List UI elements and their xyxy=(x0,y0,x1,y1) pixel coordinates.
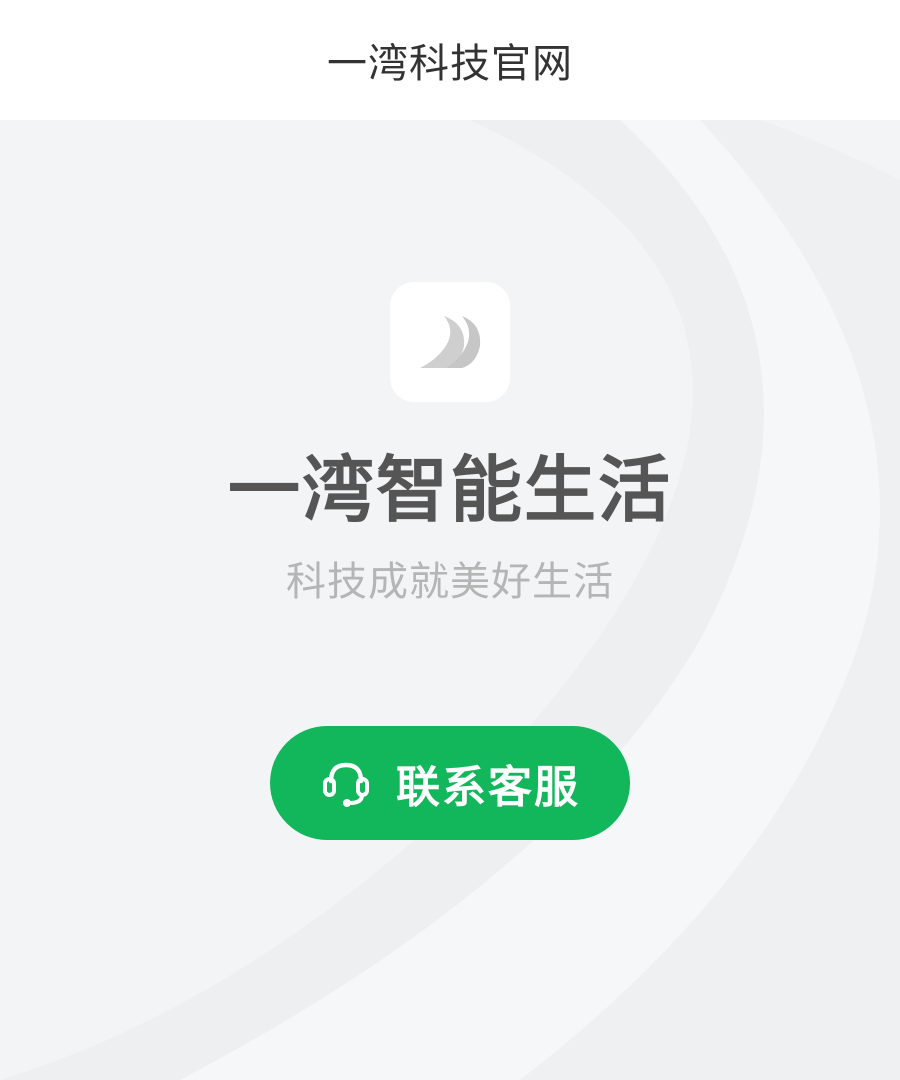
top-header: 一湾科技官网 xyxy=(0,0,900,120)
brand-logo-icon xyxy=(420,316,481,368)
headset-icon xyxy=(320,757,372,809)
app-logo xyxy=(390,282,510,402)
app-name: 一湾智能生活 xyxy=(227,448,672,532)
page-title: 一湾科技官网 xyxy=(327,41,573,87)
main-content: 一湾智能生活 科技成就美好生活 联系客服 xyxy=(0,120,900,1080)
contact-support-button[interactable]: 联系客服 xyxy=(270,726,630,840)
contact-button-label: 联系客服 xyxy=(396,762,580,813)
app-slogan: 科技成就美好生活 xyxy=(286,559,614,605)
